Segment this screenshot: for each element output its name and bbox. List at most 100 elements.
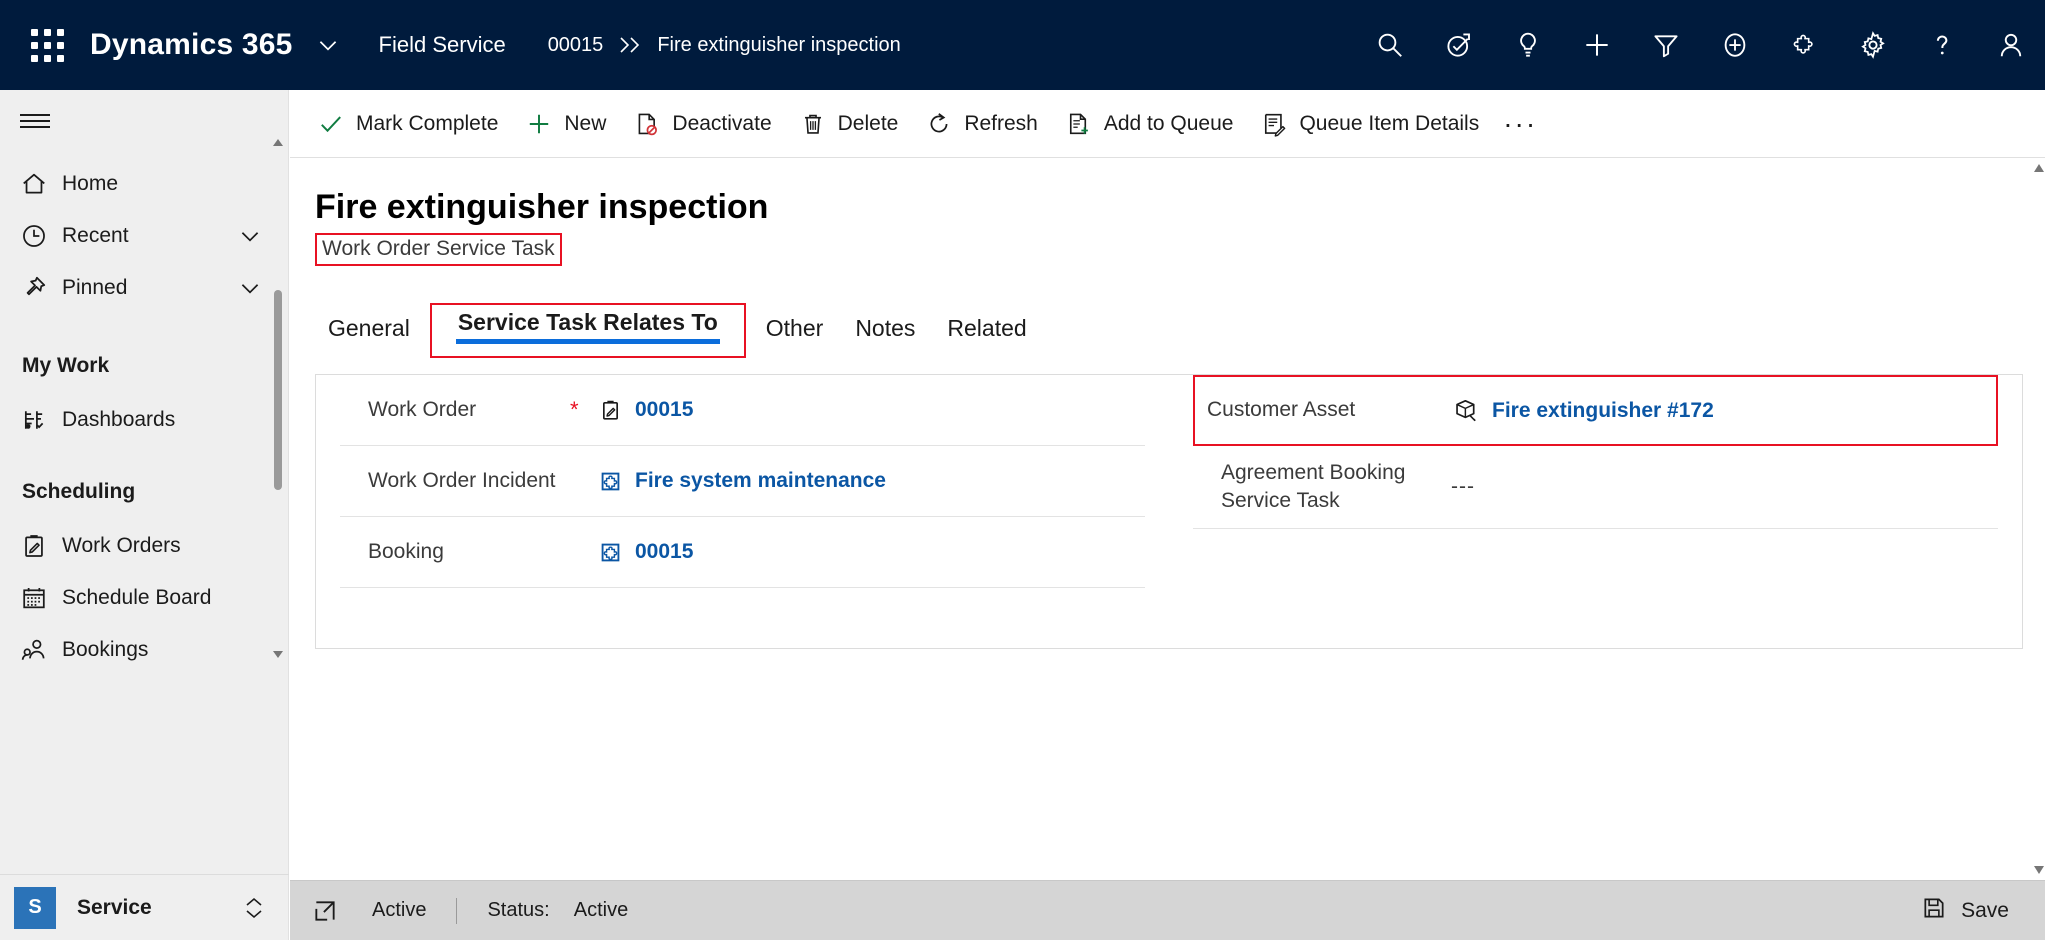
main-scrollbar-track[interactable] [2032,158,2045,880]
save-button[interactable]: Save [1911,887,2019,934]
tab-service-task-relates-to[interactable]: Service Task Relates To [442,309,734,352]
incident-icon [598,540,623,565]
new-button[interactable]: New [512,98,620,150]
field-empty-value: --- [1451,475,1475,499]
chevron-down-icon[interactable] [237,223,263,249]
calendar-icon [20,584,62,612]
field-agreement-booking-service-task[interactable]: Agreement Booking Service Task --- [1193,446,1998,530]
search-icon[interactable] [1355,0,1424,90]
filter-icon[interactable] [1631,0,1700,90]
sidebar-scroll-up-arrow[interactable] [271,136,285,150]
sidebar-item-home[interactable]: Home [0,158,289,210]
field-label: Booking [368,539,444,563]
field-value[interactable]: 00015 [598,398,693,423]
field-booking[interactable]: Booking 00015 [340,517,1145,589]
deactivate-icon [634,111,660,137]
tab-notes[interactable]: Notes [839,292,931,358]
field-link[interactable]: 00015 [635,398,693,422]
field-label: Work Order [368,397,477,421]
top-navigation-bar: Dynamics 365 Field Service 00015 Fire ex… [0,0,2045,90]
top-nav-icon-group [1355,0,2045,90]
hamburger-icon [20,110,50,132]
asset-box-icon [1453,397,1480,424]
sidebar-item-schedule-board[interactable]: Schedule Board [0,572,289,624]
left-sidebar: Home Recent Pinned My Work Dashboards Sc… [0,90,289,940]
gear-icon[interactable] [1838,0,1907,90]
help-icon[interactable] [1907,0,1976,90]
page-title: Fire extinguisher inspection [315,188,769,226]
puzzle-icon[interactable] [1769,0,1838,90]
breadcrumb: 00015 Fire extinguisher inspection [548,34,901,57]
form-column-left: Work Order * 00015 Work Order Incident F… [316,375,1169,648]
waffle-icon [30,28,64,62]
status-bar: Active Status: Active Save [290,880,2045,940]
status-label: Status: [487,899,550,921]
tab-label: Notes [855,315,916,342]
sidebar-item-label: Home [62,172,119,195]
lightbulb-icon[interactable] [1493,0,1562,90]
sidebar-group-title-scheduling: Scheduling [22,480,136,503]
field-work-order-incident[interactable]: Work Order Incident Fire system maintena… [340,446,1145,518]
field-link[interactable]: Fire extinguisher #172 [1492,399,1714,423]
field-link[interactable]: 00015 [635,540,693,564]
open-in-new-icon[interactable] [312,898,338,924]
chevron-down-icon[interactable] [237,275,263,301]
incident-icon [598,469,623,494]
sidebar-scrollbar-thumb[interactable] [274,290,282,490]
sidebar-item-pinned[interactable]: Pinned [0,262,289,314]
status-value: Active [573,899,629,921]
tab-related[interactable]: Related [931,292,1042,358]
area-label: Service [77,895,152,919]
chevron-up-down-icon[interactable] [243,895,265,921]
field-link[interactable]: Fire system maintenance [635,469,886,493]
deactivate-button[interactable]: Deactivate [620,98,785,150]
field-customer-asset[interactable]: Customer Asset Fire extinguisher #172 [1195,377,1996,444]
main-scroll-up-arrow[interactable] [2032,160,2045,176]
breadcrumb-parent[interactable]: 00015 [548,34,604,57]
required-asterisk: * [570,397,579,423]
plus-icon [526,111,552,137]
mark-complete-button[interactable]: Mark Complete [304,98,512,150]
queue-item-details-button[interactable]: Queue Item Details [1247,98,1493,150]
command-bar: Mark Complete New Deactivate Delete Refr… [290,90,2045,158]
people-icon [20,636,62,664]
field-value[interactable]: 00015 [598,540,693,565]
status-divider [456,897,458,924]
home-icon [20,170,62,198]
entity-name: Work Order Service Task [322,237,555,261]
sidebar-item-bookings[interactable]: Bookings [0,624,289,676]
field-value[interactable]: --- [1451,475,1475,499]
hamburger-menu-button[interactable] [0,90,70,152]
field-value[interactable]: Fire system maintenance [598,469,886,494]
tab-other[interactable]: Other [750,292,840,358]
tab-label: General [328,315,410,342]
sidebar-scroll-area: Home Recent Pinned My Work Dashboards Sc… [0,158,289,738]
add-circle-icon[interactable] [1700,0,1769,90]
app-launcher-button[interactable] [16,28,78,62]
field-value[interactable]: Fire extinguisher #172 [1453,397,1714,424]
assistant-icon[interactable] [1424,0,1493,90]
breadcrumb-current: Fire extinguisher inspection [657,33,901,56]
save-label: Save [1961,898,2009,922]
field-label: Work Order Incident [368,468,556,492]
dashboard-icon [20,406,62,434]
tab-general[interactable]: General [312,292,426,358]
refresh-button[interactable]: Refresh [912,98,1052,150]
sidebar-item-recent[interactable]: Recent [0,210,289,262]
sidebar-scroll-down-arrow[interactable] [271,647,285,661]
person-icon[interactable] [1976,0,2045,90]
plus-icon[interactable] [1562,0,1631,90]
app-name[interactable]: Field Service [379,32,506,58]
add-to-queue-button[interactable]: Add to Queue [1052,98,1248,150]
checkmark-icon [318,111,344,137]
sidebar-item-work-orders[interactable]: Work Orders [0,520,289,572]
main-scroll-down-arrow[interactable] [2032,862,2045,878]
delete-button[interactable]: Delete [786,98,913,150]
clipboard-pencil-icon [598,398,623,423]
sidebar-item-dashboards[interactable]: Dashboards [0,394,289,446]
sidebar-item-label: Work Orders [62,534,181,557]
chevron-down-icon[interactable] [315,32,341,58]
field-work-order[interactable]: Work Order * 00015 [340,375,1145,447]
command-overflow-button[interactable]: ··· [1493,98,1547,150]
sidebar-area-switcher[interactable]: S Service [0,874,289,940]
